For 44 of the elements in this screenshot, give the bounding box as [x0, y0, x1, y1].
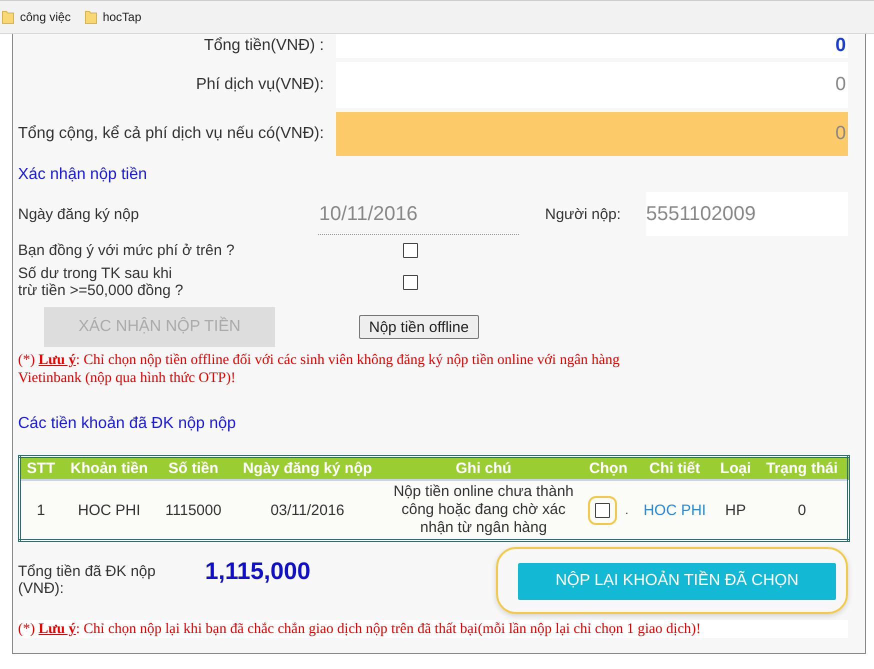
- column-header: Chi tiết: [635, 456, 714, 480]
- field-label: Phí dịch vụ(VNĐ):: [194, 76, 325, 94]
- date-field: 10/11/2016: [318, 194, 519, 234]
- amount-field: 0: [336, 34, 848, 58]
- column-header: Khoản tiền: [60, 456, 158, 480]
- table-cell: 1115000: [157, 480, 230, 540]
- table-cell: 1: [20, 480, 61, 540]
- column-header: Chọn: [582, 456, 636, 480]
- column-header: STT: [20, 456, 61, 480]
- amount-field: 0: [336, 62, 848, 108]
- table-cell: HP: [714, 480, 757, 540]
- checkbox-label: Bạn đồng ý với mức phí ở trên ?: [18, 242, 236, 259]
- field-label: Ngày đăng ký nộp: [18, 206, 140, 222]
- field-label: Người nộp:: [545, 206, 622, 222]
- payer-field: 5551102009: [646, 192, 848, 236]
- total-label: Tổng tiền đã ĐK nộp (VNĐ):: [18, 563, 157, 597]
- column-header: Trạng thái: [756, 456, 848, 480]
- offline-button[interactable]: Nộp tiền offline: [359, 315, 479, 339]
- amount-field: 0: [336, 112, 848, 156]
- folder-icon: [84, 10, 97, 24]
- field-label: Tổng tiền(VNĐ) :: [202, 37, 325, 55]
- column-header: Ngày đăng ký nộp: [229, 456, 386, 480]
- table-cell: Nộp tiền online chưa thành công hoặc đang chờ xác nhận từ ngân hàng: [386, 480, 582, 540]
- separator-text: .: [625, 503, 629, 517]
- checkbox[interactable]: [595, 502, 610, 518]
- column-header: Số tiền: [157, 456, 230, 480]
- table-cell: 03/11/2016: [229, 480, 386, 540]
- total-amount: 1,115,000: [205, 558, 312, 586]
- field-label: Tổng cộng, kể cả phí dịch vụ nếu có(VNĐ):: [18, 125, 325, 143]
- section-heading: Các tiền khoản đã ĐK nộp nộp: [18, 414, 237, 434]
- bookmark-link[interactable]: công việc: [2, 10, 71, 24]
- table-cell: 0: [756, 480, 848, 540]
- checkbox[interactable]: [403, 274, 418, 290]
- table-cell: HOC PHI: [60, 480, 158, 540]
- checkbox[interactable]: [403, 243, 418, 258]
- folder-icon: [2, 10, 14, 24]
- detail-link[interactable]: HOC PHI: [635, 480, 714, 540]
- warning-note: (*) Lưu ý: Chỉ chọn nộp lại khi bạn đã chắc chắn giao dịch nộp trên đã thất bại(mỗi lần nộp lại chỉ chọn 1 giao dịch)!: [18, 620, 848, 638]
- column-header: Loại: [714, 456, 757, 480]
- checkbox-label: Số dư trong TK sau khi trừ tiền >=50,000 đồng ?: [18, 265, 184, 299]
- bookmark-link[interactable]: hocTap: [84, 10, 142, 24]
- warning-note: (*) Lưu ý: Chỉ chọn nộp tiền offline đối với các sinh viên không đăng ký nộp tiền online với ngân hàng Vietinbank (nộp qua hình thức OTP)!: [18, 351, 621, 387]
- column-header: Ghi chú: [386, 456, 582, 480]
- section-heading: Xác nhận nộp tiền: [18, 165, 148, 185]
